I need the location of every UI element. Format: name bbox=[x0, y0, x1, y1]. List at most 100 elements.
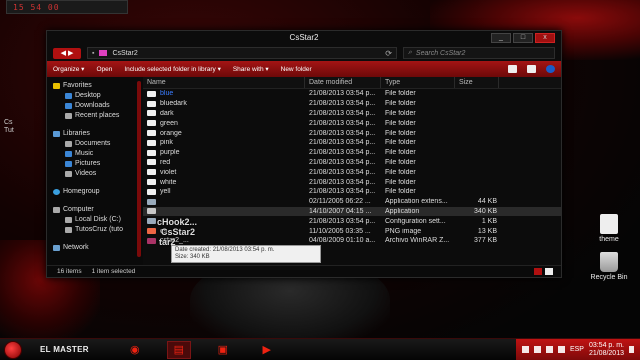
file-icon bbox=[147, 228, 156, 235]
table-row[interactable]: 21/08/2013 03:54 p... Configuration sett.… bbox=[143, 216, 561, 226]
folder-icon bbox=[147, 188, 156, 195]
taskbar-media-button[interactable]: ▣ bbox=[211, 341, 235, 359]
search-input[interactable]: ⌕ Search CsStar2 bbox=[403, 47, 555, 59]
table-row[interactable]: violet 21/08/2013 03:54 p... File folder bbox=[143, 167, 561, 177]
taskbar-player-button[interactable]: ▶ bbox=[255, 341, 279, 359]
documents-icon bbox=[65, 141, 72, 147]
nav-homegroup[interactable]: Homegroup bbox=[53, 187, 143, 197]
view-options-icon[interactable] bbox=[508, 65, 517, 73]
nav-desktop[interactable]: Desktop bbox=[53, 91, 143, 101]
table-row[interactable]: orange 21/08/2013 03:54 p... File folder bbox=[143, 128, 561, 138]
table-row[interactable]: pink 21/08/2013 03:54 p... File folder bbox=[143, 138, 561, 148]
address-path: CsStar2 bbox=[112, 49, 138, 57]
folder-icon bbox=[147, 90, 156, 97]
drag-ghost-line1: cHook2... bbox=[157, 217, 198, 227]
nav-computer[interactable]: Computer bbox=[53, 205, 143, 215]
tray-volume-icon[interactable] bbox=[557, 346, 565, 353]
show-desktop-button[interactable] bbox=[629, 346, 634, 353]
table-row[interactable]: blue 21/08/2013 03:54 p... File folder bbox=[143, 89, 561, 99]
table-row[interactable]: red 21/08/2013 03:54 p... File folder bbox=[143, 158, 561, 168]
cell-type: File folder bbox=[385, 139, 416, 147]
table-row[interactable]: purple 21/08/2013 03:54 p... File folder bbox=[143, 148, 561, 158]
column-size[interactable]: Size bbox=[455, 77, 499, 88]
table-row[interactable]: yell 21/08/2013 03:54 p... File folder bbox=[143, 187, 561, 197]
language-indicator[interactable]: ESP bbox=[570, 346, 584, 353]
cell-date: 21/08/2013 03:54 p... bbox=[309, 139, 376, 147]
cell-size: 1 KB bbox=[481, 217, 497, 225]
start-button[interactable] bbox=[4, 340, 22, 359]
taskbar-browser-button[interactable]: ◉ bbox=[123, 341, 147, 359]
selection-count: 1 item selected bbox=[91, 268, 136, 275]
taskbar-explorer-button[interactable]: ▤ bbox=[166, 340, 191, 359]
nav-recent-places[interactable]: Recent places bbox=[53, 111, 143, 121]
table-row[interactable]: dark 21/08/2013 03:54 p... File folder bbox=[143, 109, 561, 119]
nav-favorites[interactable]: Favorites bbox=[53, 81, 143, 91]
folder-icon bbox=[147, 100, 156, 107]
window-title: CsStar2 bbox=[289, 33, 319, 42]
file-name: yell bbox=[160, 188, 171, 196]
maximize-button[interactable]: □ bbox=[513, 33, 533, 43]
cell-size: 377 KB bbox=[474, 237, 497, 245]
cell-name: blue bbox=[143, 90, 305, 97]
share-with-button[interactable]: Share with ▾ bbox=[233, 65, 269, 73]
nav-network[interactable]: Network bbox=[53, 243, 143, 253]
nav-libraries[interactable]: Libraries bbox=[53, 129, 143, 139]
cell-type: File folder bbox=[385, 119, 416, 127]
desktop-side-label[interactable]: Cs Tut bbox=[4, 119, 14, 135]
back-forward-button[interactable]: ◀ ▶ bbox=[53, 47, 81, 59]
computer-icon bbox=[53, 207, 60, 213]
cell-date: 21/08/2013 03:54 p... bbox=[309, 129, 376, 137]
desktop-icon-theme[interactable]: theme bbox=[584, 214, 634, 243]
tooltip-line2: Size: 340 KB bbox=[175, 254, 210, 260]
table-row[interactable]: green 21/08/2013 03:54 p... File folder bbox=[143, 118, 561, 128]
desktop-icon-theme-label: theme bbox=[599, 236, 619, 243]
help-icon[interactable] bbox=[546, 65, 555, 73]
cell-size: 44 KB bbox=[477, 198, 497, 206]
nav-tutos-drive[interactable]: TutosCruz (tuto bbox=[53, 225, 143, 235]
file-name: violet bbox=[160, 168, 177, 176]
nav-videos[interactable]: Videos bbox=[53, 169, 143, 179]
nav-downloads[interactable]: Downloads bbox=[53, 101, 143, 111]
taskbar-clock[interactable]: 03:54 p. m. 21/08/2013 bbox=[589, 342, 624, 358]
minimize-button[interactable]: _ bbox=[491, 33, 511, 43]
browser-icon: ◉ bbox=[129, 344, 140, 356]
address-row: ◀ ▶ ▪ CsStar2 ⟳ ⌕ Search CsStar2 bbox=[47, 45, 561, 61]
preview-pane-icon[interactable] bbox=[527, 65, 536, 73]
close-button[interactable]: x bbox=[535, 33, 555, 43]
cell-date: 21/08/2013 03:54 p... bbox=[309, 119, 376, 127]
nav-desktop-label: Desktop bbox=[75, 92, 101, 99]
new-folder-button[interactable]: New folder bbox=[281, 66, 312, 73]
nav-documents[interactable]: Documents bbox=[53, 139, 143, 149]
table-row[interactable]: white 21/08/2013 03:54 p... File folder bbox=[143, 177, 561, 187]
column-name[interactable]: Name bbox=[143, 77, 305, 88]
cell-name bbox=[143, 208, 305, 215]
nav-pictures[interactable]: Pictures bbox=[53, 159, 143, 169]
title-bar[interactable]: CsStar2 _ □ x bbox=[47, 31, 561, 45]
nav-scrollbar[interactable] bbox=[137, 81, 141, 257]
table-row[interactable]: 02/11/2005 06:22 ... Application extens..… bbox=[143, 197, 561, 207]
column-type[interactable]: Type bbox=[381, 77, 455, 88]
include-in-library-button[interactable]: Include selected folder in library ▾ bbox=[124, 65, 220, 73]
folder-icon bbox=[147, 120, 156, 127]
cell-name bbox=[143, 198, 305, 205]
cell-name: white bbox=[143, 179, 305, 186]
nav-music[interactable]: Music bbox=[53, 149, 143, 159]
refresh-icon[interactable]: ⟳ bbox=[385, 49, 392, 58]
music-icon bbox=[65, 151, 72, 157]
organize-button[interactable]: Organize ▾ bbox=[53, 65, 84, 73]
tray-up-arrow-icon[interactable] bbox=[521, 346, 529, 353]
address-bar[interactable]: ▪ CsStar2 ⟳ bbox=[87, 47, 397, 59]
column-date[interactable]: Date modified bbox=[305, 77, 381, 88]
table-row[interactable]: cs 11/10/2005 03:35 ... PNG image 13 KB bbox=[143, 226, 561, 236]
nav-local-disk[interactable]: Local Disk (C:) bbox=[53, 215, 143, 225]
tray-network-icon[interactable] bbox=[545, 346, 553, 353]
large-icons-view-icon[interactable] bbox=[545, 268, 553, 275]
cell-type: File folder bbox=[385, 158, 416, 166]
open-button[interactable]: Open bbox=[96, 66, 112, 73]
details-view-icon[interactable] bbox=[534, 268, 542, 275]
side-label-line2: Tut bbox=[4, 127, 14, 134]
table-row[interactable]: 14/10/2007 04:15 ... Application 340 KB bbox=[143, 206, 561, 217]
tray-flag-icon[interactable] bbox=[533, 346, 541, 353]
desktop-icon-recycle-bin[interactable]: Recycle Bin bbox=[584, 252, 634, 281]
table-row[interactable]: bluedark 21/08/2013 03:54 p... File folder bbox=[143, 99, 561, 109]
